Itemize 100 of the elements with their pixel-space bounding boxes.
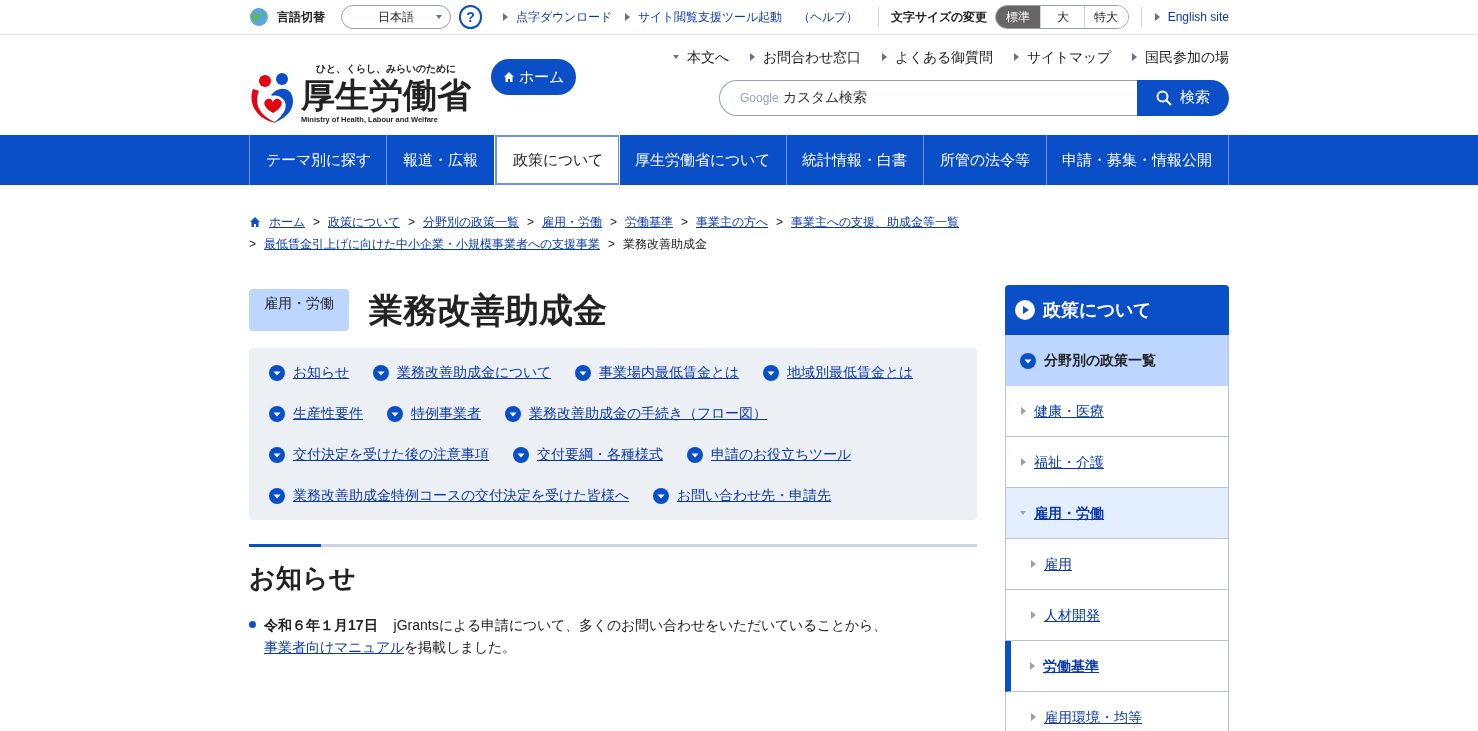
nav-tab[interactable]: テーマ別に探す <box>250 135 388 185</box>
sidebar-link[interactable]: 労働基準 <box>1043 655 1099 677</box>
chevron-down-icon <box>763 364 779 381</box>
caret-right-icon <box>1030 611 1036 619</box>
sidebar-link[interactable]: 雇用 <box>1044 553 1072 575</box>
breadcrumb-link[interactable]: 雇用・労働 <box>542 211 603 233</box>
font-size-option[interactable]: 特大 <box>1083 6 1128 28</box>
breadcrumb-link[interactable]: 政策について <box>328 211 400 233</box>
caret-right-icon <box>502 13 509 21</box>
anchor-link[interactable]: 交付決定を受けた後の注意事項 <box>293 444 489 465</box>
caret-right-icon <box>1013 53 1019 61</box>
chevron-down-icon <box>269 405 285 422</box>
header-link[interactable]: 本文へ <box>687 46 729 68</box>
chevron-down-icon <box>269 487 285 504</box>
header-link[interactable]: お問合わせ窓口 <box>763 46 861 68</box>
globe-icon <box>249 7 269 27</box>
anchor-link[interactable]: お問い合わせ先・申請先 <box>677 485 831 506</box>
breadcrumb-link[interactable]: 事業主への支援、助成金等一覧 <box>791 211 960 233</box>
breadcrumb-separator: > <box>408 214 416 231</box>
breadcrumb-link[interactable]: 事業主の方へ <box>696 211 769 233</box>
anchor-link[interactable]: 地域別最低賃金とは <box>787 362 913 383</box>
sidebar-link[interactable]: 人材開発 <box>1044 604 1100 626</box>
font-size-option[interactable]: 標準 <box>996 6 1041 28</box>
category-tag: 雇用・労働 <box>249 289 349 331</box>
caret-down-icon <box>1020 509 1026 517</box>
sidebar-link[interactable]: 健康・医療 <box>1034 400 1104 422</box>
section-heading: お知らせ <box>249 562 357 595</box>
chevron-down-icon <box>387 405 403 422</box>
breadcrumb-link[interactable]: 分野別の政策一覧 <box>423 211 520 233</box>
chevron-down-icon <box>505 405 521 422</box>
breadcrumb-link[interactable]: 最低賃金引上げに向けた中小企業・小規模事業者への支援事業 <box>264 233 600 255</box>
chevron-down-icon <box>269 364 285 381</box>
breadcrumb-separator: > <box>776 214 784 231</box>
search-button[interactable]: 検索 <box>1137 79 1229 116</box>
chevron-down-icon <box>269 446 285 463</box>
caret-right-icon <box>1131 53 1137 61</box>
caret-right-icon <box>624 13 631 21</box>
caret-right-icon <box>881 53 887 61</box>
breadcrumb-separator: > <box>249 236 256 253</box>
header-link[interactable]: 国民参加の場 <box>1145 46 1229 68</box>
sidebar-link[interactable]: 福祉・介護 <box>1034 451 1104 473</box>
home-icon <box>249 216 261 228</box>
breadcrumb-current: 業務改善助成金 <box>623 236 708 253</box>
caret-right-icon <box>1030 560 1036 568</box>
breadcrumb-link[interactable]: 労働基準 <box>625 211 674 233</box>
play-circle-icon <box>1015 300 1035 320</box>
caret-down-icon <box>673 53 679 61</box>
font-size-label: 文字サイズの変更 <box>891 9 988 26</box>
caret-right-icon <box>1020 458 1026 466</box>
caret-right-icon <box>1029 662 1035 670</box>
nav-tab[interactable]: 政策について <box>494 135 620 185</box>
anchor-link[interactable]: 特例事業者 <box>411 403 481 424</box>
header-link[interactable]: よくある御質問 <box>895 46 993 68</box>
chevron-down-icon <box>1020 352 1036 369</box>
sidebar-link[interactable]: 雇用環境・均等 <box>1044 706 1142 728</box>
google-label: Google <box>740 89 779 107</box>
utility-link[interactable]: サイト閲覧支援ツール起動 <box>638 8 783 26</box>
utility-link[interactable]: 点字ダウンロード <box>516 8 613 26</box>
breadcrumb-separator: > <box>527 214 535 231</box>
home-button[interactable]: ホーム <box>491 59 576 95</box>
breadcrumb-separator: > <box>313 214 320 231</box>
nav-tab[interactable]: 厚生労働省について <box>619 135 787 185</box>
caret-right-icon <box>1030 713 1036 721</box>
bullet-icon <box>249 621 256 628</box>
logo-title: 厚生労働省 <box>301 75 471 114</box>
anchor-link[interactable]: 業務改善助成金の手続き（フロー図） <box>529 403 767 424</box>
sidebar-link[interactable]: 雇用・労働 <box>1034 502 1104 524</box>
anchor-link[interactable]: お知らせ <box>293 362 349 383</box>
breadcrumb-separator: > <box>681 214 689 231</box>
anchor-link[interactable]: 業務改善助成金特例コースの交付決定を受けた皆様へ <box>293 485 629 506</box>
caret-right-icon <box>749 53 755 61</box>
anchor-link[interactable]: 生産性要件 <box>293 403 363 424</box>
home-icon <box>503 71 515 83</box>
help-link[interactable]: （ヘルプ） <box>798 8 859 26</box>
sidebar-title: 政策について <box>1005 285 1229 335</box>
breadcrumb-link[interactable]: ホーム <box>269 211 305 233</box>
sidebar-section[interactable]: 分野別の政策一覧 <box>1005 335 1229 386</box>
search-placeholder: カスタム検索 <box>782 88 867 107</box>
chevron-down-icon <box>653 487 669 504</box>
anchor-link[interactable]: 申請のお役立ちツール <box>711 444 851 465</box>
logo-tagline: ひと、くらし、みらいのために <box>316 61 456 76</box>
anchor-link[interactable]: 業務改善助成金について <box>397 362 551 383</box>
anchor-link[interactable]: 交付要綱・各種様式 <box>537 444 663 465</box>
caret-down-icon <box>435 13 442 21</box>
header-link[interactable]: サイトマップ <box>1027 46 1111 68</box>
news-text: 令和６年１月17日 jGrantsによる申請について、多くのお問い合わせをいただいていることから、 事業者向けマニュアルを掲載しました。 <box>264 616 888 657</box>
breadcrumb-separator: > <box>608 236 616 253</box>
nav-tab[interactable]: 所管の法令等 <box>924 135 1047 185</box>
nav-tab[interactable]: 統計情報・白書 <box>786 135 925 185</box>
nav-tab[interactable]: 申請・募集・情報公開 <box>1046 135 1229 185</box>
caret-right-icon <box>1020 407 1026 415</box>
anchor-link[interactable]: 事業場内最低賃金とは <box>599 362 739 383</box>
caret-right-icon <box>1153 13 1160 21</box>
english-site-link[interactable]: English site <box>1167 8 1229 26</box>
help-button[interactable]: ? <box>458 5 483 29</box>
news-link[interactable]: 事業者向けマニュアル <box>264 639 404 655</box>
breadcrumb-separator: > <box>610 214 618 231</box>
language-label: 言語切替 <box>276 9 325 26</box>
chevron-down-icon <box>373 364 389 381</box>
chevron-down-icon <box>513 446 529 463</box>
